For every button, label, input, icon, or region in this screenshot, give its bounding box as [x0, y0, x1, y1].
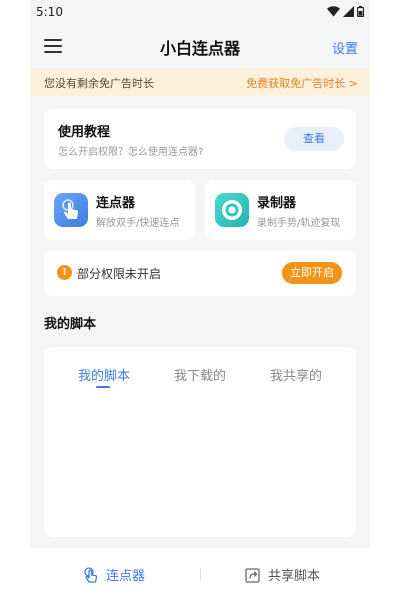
- tab-my-scripts[interactable]: 我的脚本: [64, 365, 144, 384]
- tap-hand-icon: [54, 193, 88, 227]
- active-tab-indicator: [96, 386, 110, 388]
- ad-banner-message: 您没有剩余免广告时长: [44, 77, 154, 90]
- tap-hand-icon: [84, 566, 98, 583]
- scripts-card: 我的脚本 我下载的 我共享的: [44, 347, 356, 537]
- view-tutorial-button[interactable]: 查看: [284, 127, 344, 151]
- tutorial-title: 使用教程: [58, 125, 111, 140]
- wifi-icon: [327, 6, 340, 17]
- recorder-title: 录制器: [257, 196, 297, 211]
- tab-downloaded[interactable]: 我下载的: [160, 365, 240, 384]
- info-icon: !: [57, 265, 72, 280]
- recorder-subtitle: 录制手势/轨迹复现: [257, 218, 341, 229]
- nav-clicker-label: 连点器: [106, 569, 146, 584]
- settings-button[interactable]: 设置: [332, 38, 358, 57]
- nav-divider: [200, 568, 201, 581]
- hamburger-menu-icon[interactable]: [44, 38, 64, 54]
- scripts-section-title: 我的脚本: [44, 317, 97, 332]
- phone-screen: 5:10 小白连点器 设置 您没有剩余免广告时长 免费获取免广告时长 > 使用教…: [30, 0, 370, 600]
- clicker-title: 连点器: [96, 196, 136, 211]
- nav-share-scripts-label: 共享脚本: [268, 569, 321, 584]
- permission-card: ! 部分权限未开启 立即开启: [44, 250, 356, 296]
- status-bar: 5:10: [30, 0, 370, 26]
- ad-banner: 您没有剩余免广告时长 免费获取免广告时长 >: [30, 68, 370, 96]
- permission-text: 部分权限未开启: [77, 267, 162, 281]
- enable-permission-button[interactable]: 立即开启: [282, 262, 342, 284]
- bottom-nav: 连点器 共享脚本: [30, 548, 370, 600]
- nav-clicker[interactable]: 连点器: [82, 565, 145, 584]
- tutorial-card: 使用教程 怎么开启权限？怎么使用连点器? 查看: [44, 109, 356, 169]
- battery-icon: [357, 6, 364, 17]
- share-icon: [245, 567, 260, 583]
- nav-share-scripts[interactable]: 共享脚本: [244, 565, 320, 584]
- system-icons: [327, 6, 364, 17]
- get-ad-free-time-link[interactable]: 免费获取免广告时长 >: [246, 75, 358, 91]
- record-icon: [215, 193, 249, 227]
- clicker-subtitle: 解放双手/快速连点: [96, 218, 180, 229]
- tutorial-subtitle: 怎么开启权限？怎么使用连点器?: [58, 147, 204, 158]
- app-title: 小白连点器: [159, 39, 240, 58]
- signal-icon: [343, 6, 354, 17]
- app-bar: 小白连点器 设置: [30, 26, 370, 66]
- status-time: 5:10: [36, 5, 63, 19]
- clicker-feature-card[interactable]: 连点器 解放双手/快速连点: [44, 180, 195, 240]
- recorder-feature-card[interactable]: 录制器 录制手势/轨迹复现: [205, 180, 356, 240]
- tab-shared[interactable]: 我共享的: [256, 365, 336, 384]
